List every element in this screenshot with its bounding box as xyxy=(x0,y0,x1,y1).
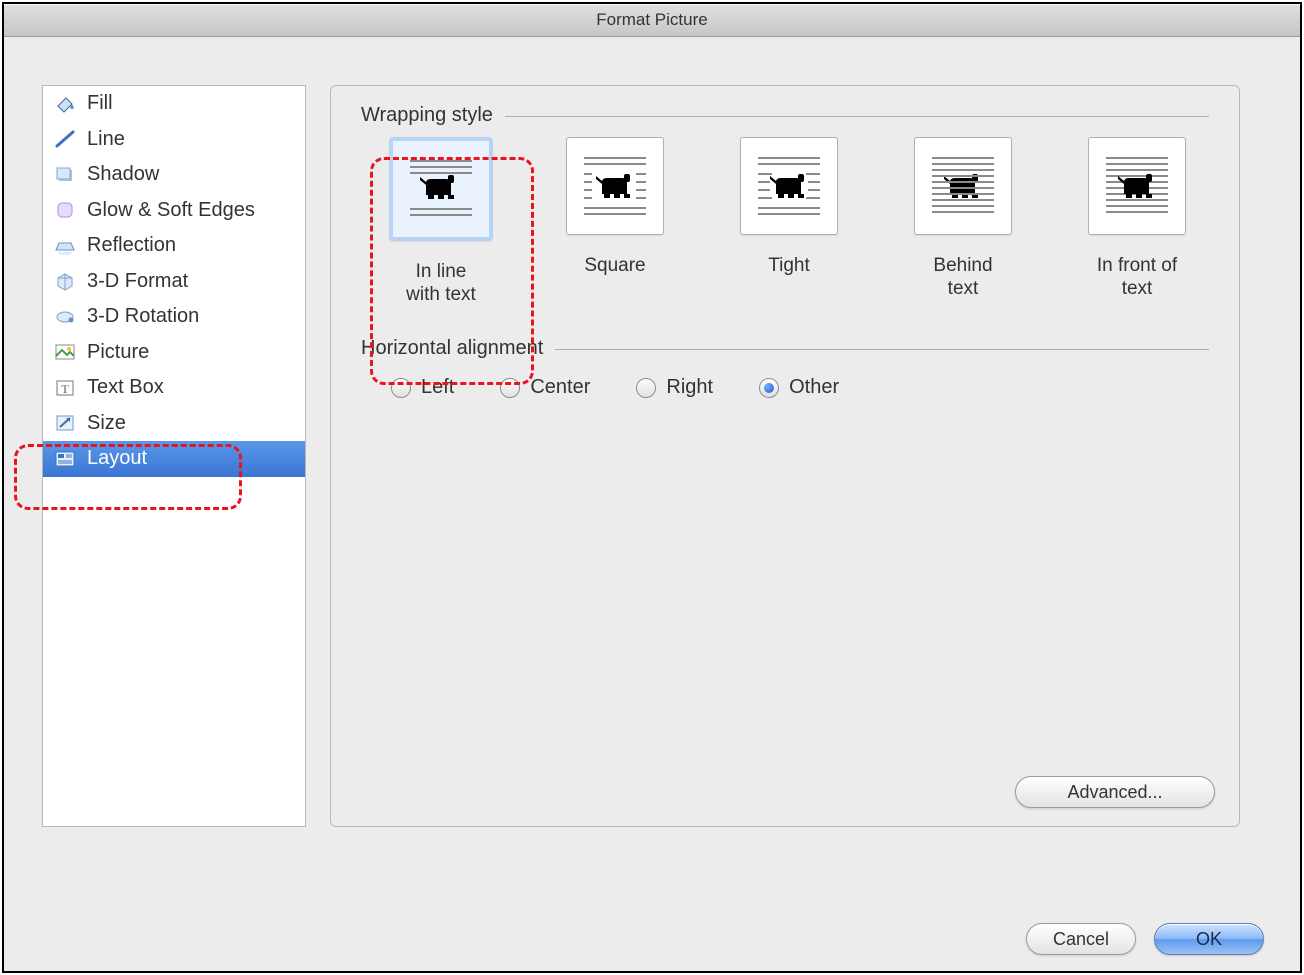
sidebar-item-reflection[interactable]: Reflection xyxy=(43,228,305,264)
layout-icon xyxy=(53,448,77,470)
sidebar-item-textbox[interactable]: T Text Box xyxy=(43,370,305,406)
wrap-label: In line with text xyxy=(406,261,476,309)
radio-label: Right xyxy=(666,376,713,399)
paintbucket-icon xyxy=(53,93,77,115)
sidebar-item-label: Glow & Soft Edges xyxy=(87,199,305,222)
sidebar-item-3dformat[interactable]: 3-D Format xyxy=(43,264,305,300)
sidebar-item-label: Layout xyxy=(87,447,305,470)
sidebar-item-fill[interactable]: Fill xyxy=(43,86,305,122)
sidebar-item-3drotation[interactable]: 3-D Rotation xyxy=(43,299,305,335)
sidebar-item-label: Shadow xyxy=(87,163,305,186)
sidebar-item-label: Text Box xyxy=(87,376,305,399)
sidebar-item-glow[interactable]: Glow & Soft Edges xyxy=(43,193,305,229)
dialog-body: Fill Line Shadow Glow & Soft Edges xyxy=(4,37,1300,907)
wrap-thumb-front xyxy=(1088,137,1186,235)
wrap-option-front[interactable]: In front of text xyxy=(1067,137,1207,309)
sidebar-item-label: Picture xyxy=(87,341,305,364)
radio-label: Left xyxy=(421,376,454,399)
main-panel: Wrapping style In line with text xyxy=(330,85,1240,827)
horizontal-alignment-header: Horizontal alignment xyxy=(331,309,1239,366)
radio-icon xyxy=(391,378,411,398)
svg-text:T: T xyxy=(61,382,69,396)
sidebar-item-layout[interactable]: Layout xyxy=(43,441,305,477)
textbox-icon: T xyxy=(53,377,77,399)
dialog-button-bar: Cancel OK xyxy=(4,907,1300,971)
wrap-thumb-inline xyxy=(389,137,493,241)
wrap-label: Square xyxy=(584,255,645,303)
ok-button[interactable]: OK xyxy=(1154,923,1264,955)
radio-icon xyxy=(500,378,520,398)
wrap-thumb-behind xyxy=(914,137,1012,235)
sidebar-item-line[interactable]: Line xyxy=(43,122,305,158)
wrap-label: Behind text xyxy=(933,255,992,303)
sidebar-item-label: 3-D Rotation xyxy=(87,305,305,328)
align-radio-center[interactable]: Center xyxy=(500,376,590,399)
sidebar-item-label: Size xyxy=(87,412,305,435)
wrap-label: Tight xyxy=(768,255,810,303)
wrap-label: In front of text xyxy=(1097,255,1177,303)
rotation-icon xyxy=(53,306,77,328)
wrap-thumb-square xyxy=(566,137,664,235)
reflection-icon xyxy=(53,235,77,257)
radio-label: Other xyxy=(789,376,839,399)
wrapping-style-row: In line with text xyxy=(331,133,1239,309)
wrap-option-square[interactable]: Square xyxy=(545,137,685,309)
alignment-radio-group: Left Center Right Other xyxy=(331,366,1239,399)
resize-icon xyxy=(53,412,77,434)
advanced-button[interactable]: Advanced... xyxy=(1015,776,1215,808)
sidebar-item-label: Line xyxy=(87,128,305,151)
sidebar-item-size[interactable]: Size xyxy=(43,406,305,442)
wrap-option-behind[interactable]: Behind text xyxy=(893,137,1033,309)
sidebar-item-shadow[interactable]: Shadow xyxy=(43,157,305,193)
radio-icon xyxy=(759,378,779,398)
sidebar-item-label: Reflection xyxy=(87,234,305,257)
line-icon xyxy=(53,128,77,150)
wrap-option-tight[interactable]: Tight xyxy=(719,137,859,309)
window-title: Format Picture xyxy=(4,4,1300,37)
cancel-button[interactable]: Cancel xyxy=(1026,923,1136,955)
align-radio-other[interactable]: Other xyxy=(759,376,839,399)
align-radio-left[interactable]: Left xyxy=(391,376,454,399)
align-radio-right[interactable]: Right xyxy=(636,376,713,399)
wrapping-style-header: Wrapping style xyxy=(331,86,1239,133)
sidebar-item-label: 3-D Format xyxy=(87,270,305,293)
cube-icon xyxy=(53,270,77,292)
sidebar: Fill Line Shadow Glow & Soft Edges xyxy=(42,85,306,827)
picture-icon xyxy=(53,341,77,363)
shadow-icon xyxy=(53,164,77,186)
wrap-thumb-tight xyxy=(740,137,838,235)
glow-icon xyxy=(53,199,77,221)
sidebar-item-picture[interactable]: Picture xyxy=(43,335,305,371)
wrap-option-inline[interactable]: In line with text xyxy=(371,137,511,309)
radio-label: Center xyxy=(530,376,590,399)
radio-icon xyxy=(636,378,656,398)
sidebar-item-label: Fill xyxy=(87,92,305,115)
